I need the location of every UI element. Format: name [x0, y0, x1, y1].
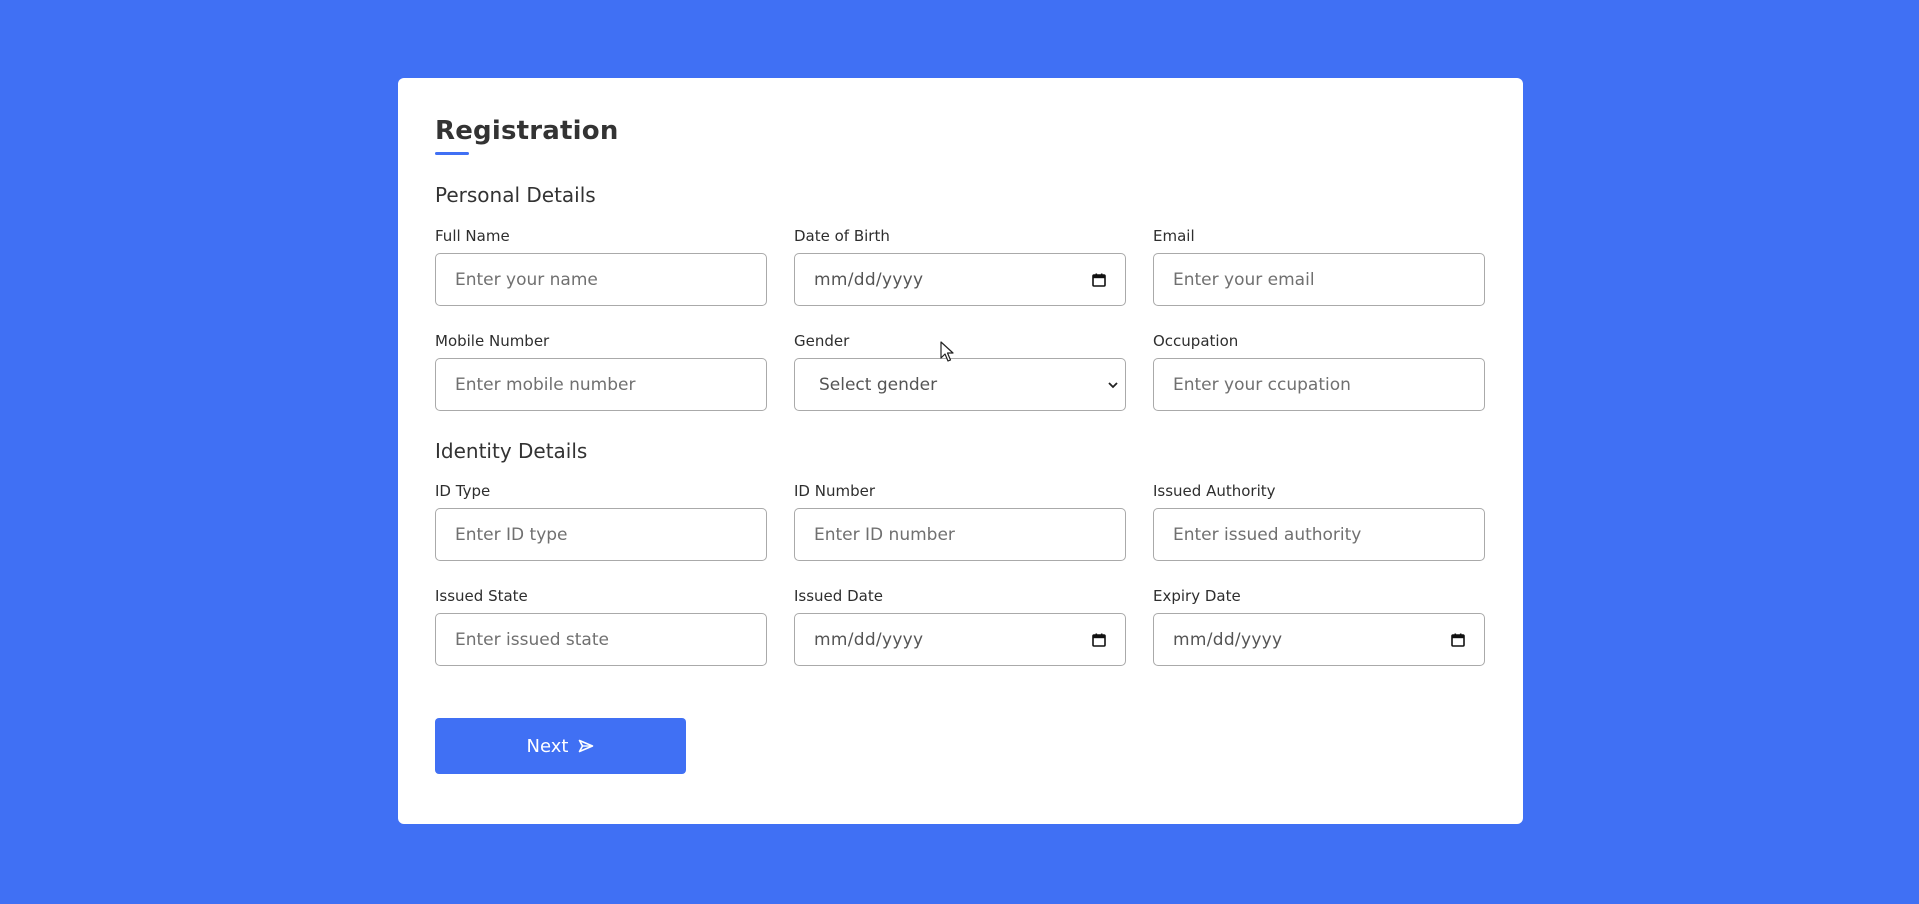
full-name-field-group: Full Name Enter your name — [435, 226, 767, 306]
id-type-placeholder: Enter ID type — [455, 524, 568, 545]
send-icon — [578, 739, 594, 753]
mouse-cursor-icon — [940, 341, 954, 363]
dob-input[interactable]: mm/dd/yyyy — [794, 253, 1126, 306]
issued-state-placeholder: Enter issued state — [455, 629, 609, 650]
dob-label: Date of Birth — [794, 227, 890, 245]
id-number-field-group: ID Number Enter ID number — [794, 481, 1126, 561]
issued-authority-field-group: Issued Authority Enter issued authority — [1153, 481, 1485, 561]
title-underline — [435, 152, 469, 155]
gender-field-group: Gender Select gender — [794, 331, 1126, 411]
id-number-placeholder: Enter ID number — [814, 524, 955, 545]
issued-authority-input[interactable]: Enter issued authority — [1153, 508, 1485, 561]
calendar-icon[interactable] — [1451, 633, 1465, 647]
dob-field-group: Date of Birth mm/dd/yyyy — [794, 226, 1126, 306]
issued-state-input[interactable]: Enter issued state — [435, 613, 767, 666]
expiry-date-label: Expiry Date — [1153, 587, 1241, 605]
issued-date-field-group: Issued Date mm/dd/yyyy — [794, 586, 1126, 666]
issued-date-value: mm/dd/yyyy — [814, 629, 924, 650]
issued-authority-placeholder: Enter issued authority — [1173, 524, 1362, 545]
occupation-field-group: Occupation Enter your ccupation — [1153, 331, 1485, 411]
id-type-label: ID Type — [435, 482, 491, 500]
mobile-input[interactable]: Enter mobile number — [435, 358, 767, 411]
expiry-date-input[interactable]: mm/dd/yyyy — [1153, 613, 1485, 666]
mobile-field-group: Mobile Number Enter mobile number — [435, 331, 767, 411]
id-type-field-group: ID Type Enter ID type — [435, 481, 767, 561]
issued-date-input[interactable]: mm/dd/yyyy — [794, 613, 1126, 666]
issued-state-field-group: Issued State Enter issued state — [435, 586, 767, 666]
calendar-icon[interactable] — [1092, 633, 1106, 647]
registration-card: Registration Personal Details Full Name … — [398, 78, 1523, 824]
email-field-group: Email Enter your email — [1153, 226, 1485, 306]
section-title-personal-details: Personal Details — [435, 183, 596, 207]
email-input[interactable]: Enter your email — [1153, 253, 1485, 306]
calendar-icon[interactable] — [1092, 273, 1106, 287]
gender-label: Gender — [794, 332, 850, 350]
chevron-down-icon — [1107, 379, 1119, 391]
occupation-input[interactable]: Enter your ccupation — [1153, 358, 1485, 411]
expiry-date-value: mm/dd/yyyy — [1173, 629, 1283, 650]
dob-value: mm/dd/yyyy — [814, 269, 924, 290]
issued-date-label: Issued Date — [794, 587, 883, 605]
form-title: Registration — [435, 116, 619, 146]
issued-state-label: Issued State — [435, 587, 528, 605]
id-number-label: ID Number — [794, 482, 875, 500]
full-name-placeholder: Enter your name — [455, 269, 598, 290]
mobile-label: Mobile Number — [435, 332, 550, 350]
email-label: Email — [1153, 227, 1195, 245]
id-type-input[interactable]: Enter ID type — [435, 508, 767, 561]
gender-select[interactable]: Select gender — [794, 358, 1126, 411]
occupation-placeholder: Enter your ccupation — [1173, 374, 1351, 395]
expiry-date-field-group: Expiry Date mm/dd/yyyy — [1153, 586, 1485, 666]
next-button-label: Next — [526, 735, 569, 757]
mobile-placeholder: Enter mobile number — [455, 374, 636, 395]
gender-selected-value: Select gender — [819, 374, 938, 395]
full-name-input[interactable]: Enter your name — [435, 253, 767, 306]
email-placeholder: Enter your email — [1173, 269, 1315, 290]
section-title-identity-details: Identity Details — [435, 439, 588, 463]
id-number-input[interactable]: Enter ID number — [794, 508, 1126, 561]
full-name-label: Full Name — [435, 227, 510, 245]
issued-authority-label: Issued Authority — [1153, 482, 1276, 500]
next-button[interactable]: Next — [435, 718, 686, 774]
occupation-label: Occupation — [1153, 332, 1239, 350]
